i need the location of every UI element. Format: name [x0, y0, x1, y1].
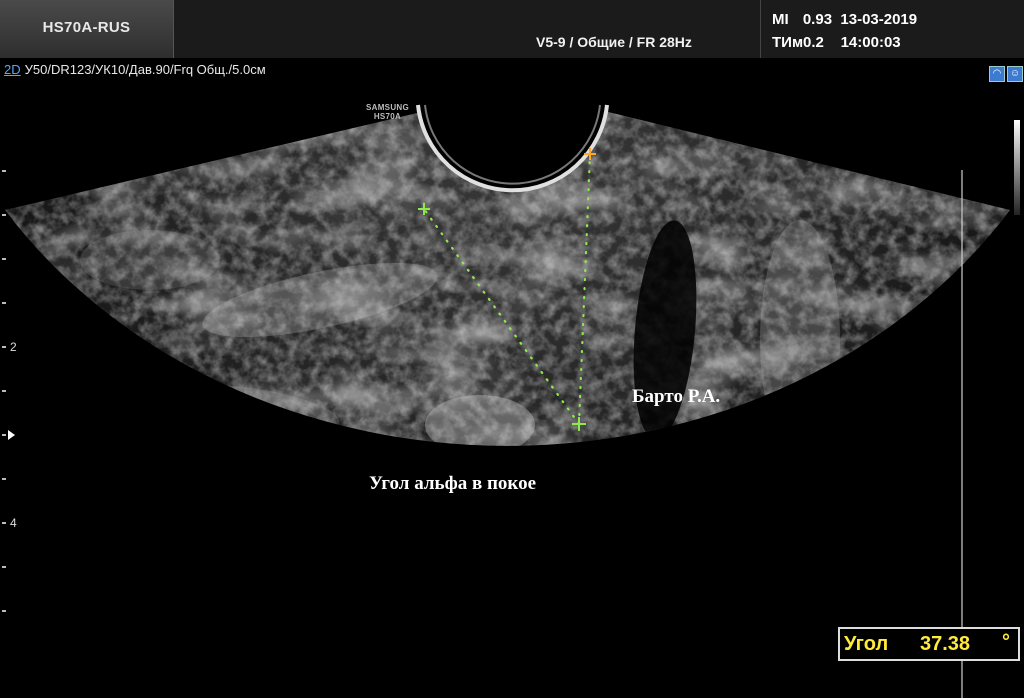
imaging-parameters: 2D У50/DR123/УК10/Дав.90/Frq Общ./5.0см: [4, 62, 266, 77]
header-divider: [760, 0, 761, 58]
measurement-value: 37.38: [920, 633, 971, 655]
ultrasound-image[interactable]: [0, 80, 1024, 698]
mode-2d-link[interactable]: 2D: [4, 62, 21, 77]
measurement-unit: °: [1002, 631, 1010, 653]
mi-label: MI: [772, 11, 789, 28]
header-bar: HS70A-RUS V5-9 / Общие / FR 28Hz MI 0.93…: [0, 0, 1024, 58]
grayscale-bar: [1014, 120, 1020, 215]
mi-value: 0.93: [802, 11, 833, 28]
angle-measurement-box: Угол 37.38 °: [838, 627, 1020, 661]
device-name: HS70A-RUS: [42, 19, 131, 36]
probe-info: V5-9 / Общие / FR 28Hz: [536, 34, 692, 50]
samsung-logo: SAMSUNG HS70A: [366, 103, 409, 121]
measurement-label: Угол: [844, 633, 889, 655]
header-status: MI 0.93 13-03-2019 ТИм0.2 14:00:03: [772, 8, 917, 54]
depth-label-4: 4: [10, 516, 17, 530]
annotation-author: Барто Р.А.: [632, 386, 721, 407]
depth-scale: [0, 170, 10, 615]
annotation-angle-caption: Угол альфа в покое: [369, 473, 537, 494]
focus-marker-icon[interactable]: [8, 430, 15, 440]
depth-label-2: 2: [10, 340, 17, 354]
parameter-string: У50/DR123/УК10/Дав.90/Frq Общ./5.0см: [24, 62, 266, 77]
ti-value: ТИм0.2: [772, 34, 824, 51]
device-name-panel: HS70A-RUS: [0, 0, 174, 58]
exam-date: 13-03-2019: [840, 11, 918, 28]
exam-time: 14:00:03: [840, 34, 901, 51]
